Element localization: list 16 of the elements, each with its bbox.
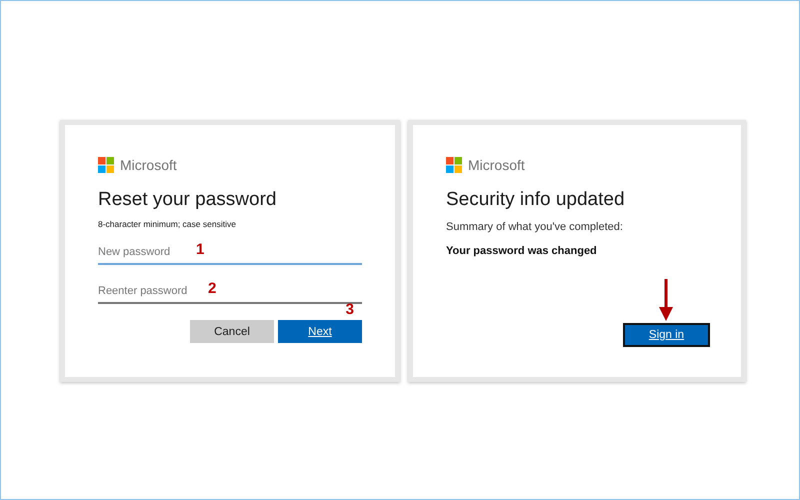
step-number: 3: [346, 301, 354, 318]
dialog-title: Reset your password: [98, 189, 278, 211]
step-number: 1: [196, 241, 204, 258]
sign-in-button[interactable]: Sign in: [623, 323, 710, 347]
microsoft-logo-icon: [98, 157, 114, 173]
brand-name: Microsoft: [120, 157, 177, 173]
cancel-button[interactable]: Cancel: [190, 320, 274, 343]
password-hint: 8-character minimum; case sensitive: [98, 219, 237, 229]
next-button[interactable]: Next: [278, 320, 362, 343]
step-number: 2: [208, 280, 216, 297]
brand-name: Microsoft: [468, 157, 525, 173]
result-text: Your password was changed: [446, 245, 598, 257]
dialog-title: Security info updated: [446, 189, 626, 211]
microsoft-logo-icon: [446, 157, 462, 173]
down-arrow-icon: [659, 279, 673, 321]
summary-text: Summary of what you've completed:: [446, 221, 624, 233]
